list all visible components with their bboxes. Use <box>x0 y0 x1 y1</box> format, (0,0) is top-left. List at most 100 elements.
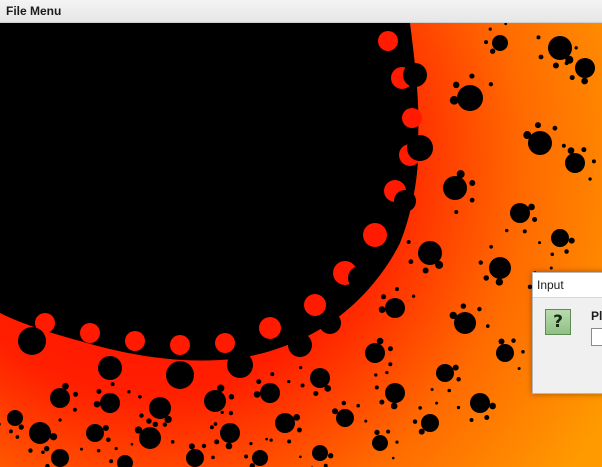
miniset-blob <box>457 85 483 111</box>
miniset-curl-dot <box>379 399 385 405</box>
miniset-curl-dot <box>574 46 578 50</box>
miniset-blob <box>528 131 552 155</box>
miniset-curl-dot <box>484 414 490 420</box>
miniset-curl-dot <box>139 413 144 418</box>
miniset-curl-dot <box>114 446 118 451</box>
miniset-curl-dot <box>536 35 541 40</box>
miniset-curl-dot <box>452 364 459 371</box>
miniset-curl-dot <box>62 382 69 390</box>
dialog-titlebar[interactable]: Input <box>533 273 602 298</box>
miniset-curl-dot <box>51 436 55 440</box>
miniset-blob <box>496 344 514 362</box>
miniset-blob <box>252 450 268 466</box>
miniset-blob <box>186 449 204 467</box>
miniset-curl-dot <box>390 402 398 410</box>
miniset-curl-dot <box>422 267 429 274</box>
miniset-curl-dot <box>532 216 538 222</box>
miniset-curl-dot <box>228 410 234 416</box>
miniset-blob <box>575 58 595 78</box>
miniset-curl-dot <box>394 287 399 292</box>
miniset-curl-dot <box>293 414 301 421</box>
miniset-curl-dot <box>477 306 482 312</box>
miniset-blob <box>51 449 69 467</box>
miniset-curl-dot <box>217 384 225 392</box>
miniset-curl-dot <box>332 408 339 415</box>
miniset-curl-dot <box>456 377 461 382</box>
file-menu[interactable]: File Menu <box>0 0 69 23</box>
miniset-curl-dot <box>72 407 77 412</box>
miniset-blob <box>7 410 23 426</box>
miniset-blob <box>443 176 467 200</box>
miniset-curl-dot <box>588 177 592 181</box>
dialog-title: Input <box>537 278 564 292</box>
miniset-blob <box>260 383 280 403</box>
miniset-curl-dot <box>96 388 102 394</box>
fractal-canvas[interactable] <box>0 23 602 467</box>
miniset-curl-dot <box>485 324 490 328</box>
miniset-curl-dot <box>228 394 235 400</box>
miniset-curl-dot <box>505 228 509 233</box>
miniset-curl-dot <box>561 143 566 148</box>
app-window: File Menu Input ? Pl <box>0 0 602 467</box>
miniset-curl-dot <box>287 439 292 444</box>
miniset-curl-dot <box>8 429 13 434</box>
miniset-curl-dot <box>489 244 493 249</box>
miniset-curl-dot <box>209 425 214 430</box>
miniset-curl-dot <box>201 443 207 449</box>
miniset-curl-dot <box>374 429 380 436</box>
miniset-curl-dot <box>469 418 474 423</box>
miniset-curl-dot <box>381 294 387 300</box>
miniset-curl-dot <box>43 445 50 452</box>
miniset-blob <box>510 203 530 223</box>
miniset-curl-dot <box>296 427 302 433</box>
miniset-blob <box>275 413 295 433</box>
miniset-curl-dot <box>469 179 476 186</box>
miniset-curl-dot <box>270 372 275 377</box>
miniset-blob <box>204 390 226 412</box>
miniset-curl-dot <box>469 73 475 79</box>
menu-bar: File Menu <box>0 0 602 23</box>
miniset-curl-dot <box>127 390 131 394</box>
miniset-curl-dot <box>256 379 262 385</box>
miniset-blob <box>551 229 569 247</box>
miniset-blob <box>86 424 104 442</box>
miniset-curl-dot <box>489 402 496 410</box>
miniset-curl-dot <box>488 82 494 87</box>
miniset-curl-dot <box>41 450 45 455</box>
miniset-curl-dot <box>152 421 159 428</box>
miniset-curl-dot <box>378 306 386 313</box>
miniset-blob <box>436 364 454 382</box>
miniset-curl-dot <box>456 170 465 179</box>
miniset-curl-dot <box>511 338 516 343</box>
miniset-curl-dot <box>225 442 233 450</box>
miniset-curl-dot <box>109 459 114 464</box>
miniset-curl-dot <box>550 252 555 257</box>
miniset-curl-dot <box>300 383 305 388</box>
miniset-curl-dot <box>170 439 175 444</box>
miniset-curl-dot <box>96 448 101 453</box>
miniset-curl-dot <box>488 27 492 31</box>
miniset-curl-dot <box>28 448 33 453</box>
miniset-blob <box>100 393 120 413</box>
miniset-curl-dot <box>341 400 347 406</box>
miniset-curl-dot <box>447 388 452 393</box>
miniset-curl-dot <box>522 229 527 234</box>
miniset-blob <box>470 393 490 413</box>
miniset-blob <box>372 435 388 451</box>
miniset-blob <box>454 312 476 334</box>
miniset-curl-dot <box>581 147 587 153</box>
miniset-blob <box>565 153 585 173</box>
miniset-curl-dot <box>418 406 422 410</box>
miniset-curl-dot <box>567 147 575 154</box>
miniset-curl-dot <box>188 443 195 450</box>
miniset-curl-dot <box>253 391 261 398</box>
miniset-curl-dot <box>490 48 496 54</box>
miniset-curl-dot <box>214 439 220 445</box>
dialog-input-field[interactable] <box>591 328 602 346</box>
miniset-curl-dot <box>106 437 111 443</box>
miniset-blob <box>149 397 171 419</box>
miniset-curl-dot <box>495 278 504 286</box>
miniset-curl-dot <box>386 429 391 434</box>
miniset-curl-dot <box>73 391 79 397</box>
miniset-curl-dot <box>391 456 395 460</box>
